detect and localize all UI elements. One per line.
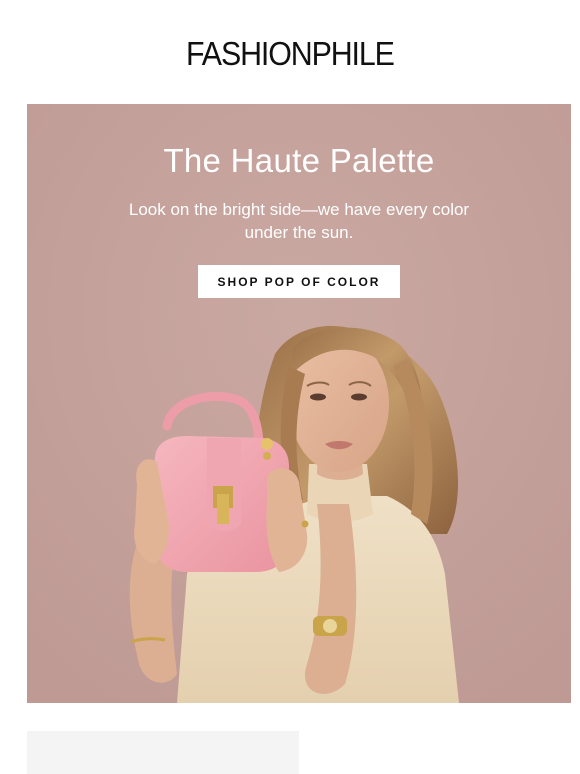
next-section-placeholder	[27, 731, 299, 774]
fashionphile-logo[interactable]: FASHIONPHILE	[186, 35, 395, 73]
hero-subtitle: Look on the bright side—we have every co…	[128, 200, 470, 242]
hero-banner[interactable]: The Haute Palette Look on the bright sid…	[27, 104, 571, 703]
hero-image[interactable]	[27, 104, 571, 703]
header: FASHIONPHILE	[0, 0, 580, 104]
shop-pop-of-color-button[interactable]: SHOP POP OF COLOR	[198, 265, 400, 298]
hero-title: The Haute Palette	[163, 142, 435, 179]
